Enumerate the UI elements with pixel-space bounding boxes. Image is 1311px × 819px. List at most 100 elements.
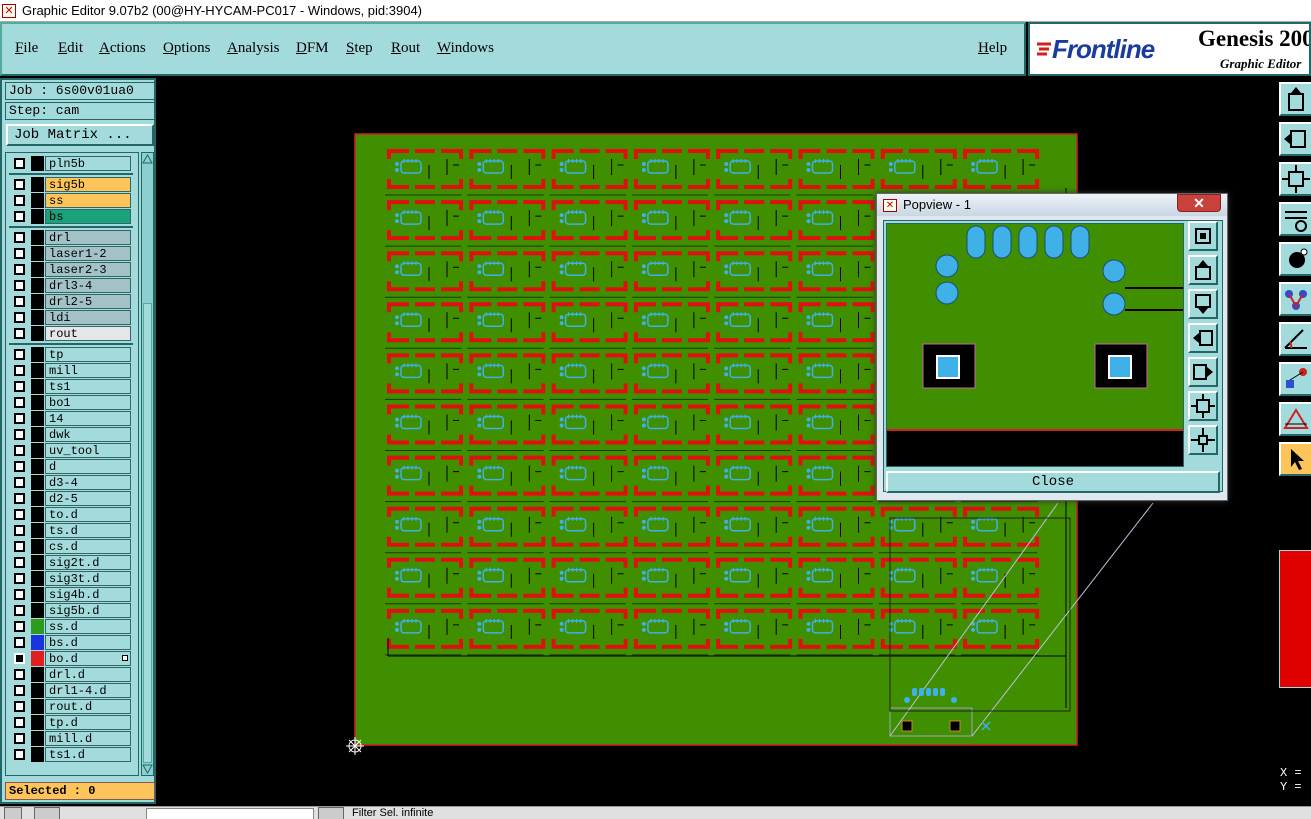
popview-close-x-button[interactable]: ✕ xyxy=(1177,194,1221,212)
layer-name[interactable]: cs.d xyxy=(45,539,131,554)
layer-checkbox[interactable] xyxy=(14,296,25,307)
layer-color-swatch[interactable] xyxy=(31,310,44,325)
layer-row[interactable]: tp.d xyxy=(10,715,131,730)
layer-color-swatch[interactable] xyxy=(31,619,44,634)
layer-checkbox[interactable] xyxy=(14,493,25,504)
layer-row[interactable]: ts1 xyxy=(10,379,131,394)
layer-color-swatch[interactable] xyxy=(31,459,44,474)
layer-color-swatch[interactable] xyxy=(31,555,44,570)
layer-checkbox[interactable] xyxy=(14,195,25,206)
layer-up-button[interactable] xyxy=(1279,82,1311,116)
layer-checkbox[interactable] xyxy=(14,717,25,728)
status-input[interactable] xyxy=(146,808,314,819)
snap-tool-button[interactable] xyxy=(1279,362,1311,396)
layer-name[interactable]: bo.d xyxy=(45,651,131,666)
layer-row[interactable]: cs.d xyxy=(10,539,131,554)
popview-pan-right-button[interactable] xyxy=(1188,357,1218,387)
layer-row[interactable]: pln5b xyxy=(10,156,131,171)
layer-color-swatch[interactable] xyxy=(31,156,44,171)
layer-checkbox[interactable] xyxy=(14,701,25,712)
layer-row[interactable]: tp xyxy=(10,347,131,362)
layer-name[interactable]: drl1-4.d xyxy=(45,683,131,698)
layer-color-swatch[interactable] xyxy=(31,507,44,522)
layer-name[interactable]: ldi xyxy=(45,310,131,325)
layer-row[interactable]: uv_tool xyxy=(10,443,131,458)
status-button-3[interactable] xyxy=(318,807,344,819)
layer-name[interactable]: ss.d xyxy=(45,619,131,634)
layer-row[interactable]: dwk xyxy=(10,427,131,442)
layer-row[interactable]: drl xyxy=(10,230,131,245)
layer-color-swatch[interactable] xyxy=(31,635,44,650)
layer-checkbox[interactable] xyxy=(14,605,25,616)
layer-row[interactable]: to.d xyxy=(10,507,131,522)
layer-row[interactable]: d xyxy=(10,459,131,474)
layer-row[interactable]: drl2-5 xyxy=(10,294,131,309)
layer-row[interactable]: mill.d xyxy=(10,731,131,746)
layer-row[interactable]: rout xyxy=(10,326,131,341)
layer-checkbox[interactable] xyxy=(14,179,25,190)
popview-pan-down-button[interactable] xyxy=(1188,289,1218,319)
layer-name[interactable]: bo1 xyxy=(45,395,131,410)
layer-color-swatch[interactable] xyxy=(31,699,44,714)
layer-checkbox[interactable] xyxy=(14,349,25,360)
layer-name[interactable]: 14 xyxy=(45,411,131,426)
layer-checkbox[interactable] xyxy=(14,365,25,376)
layer-color-swatch[interactable] xyxy=(31,246,44,261)
layer-checkbox[interactable] xyxy=(14,429,25,440)
layer-color-swatch[interactable] xyxy=(31,443,44,458)
layer-checkbox[interactable] xyxy=(14,653,25,664)
popview-pan-up-button[interactable] xyxy=(1188,255,1218,285)
menu-analysis[interactable]: Analysis xyxy=(227,40,280,57)
layer-row[interactable]: bs.d xyxy=(10,635,131,650)
layer-row[interactable]: sig5b xyxy=(10,177,131,192)
layer-color-swatch[interactable] xyxy=(31,230,44,245)
layer-name[interactable]: laser1-2 xyxy=(45,246,131,261)
layer-name[interactable]: uv_tool xyxy=(45,443,131,458)
scroll-up-icon[interactable] xyxy=(142,154,153,164)
layer-name[interactable]: d3-4 xyxy=(45,475,131,490)
layer-color-swatch[interactable] xyxy=(31,587,44,602)
layer-row[interactable]: drl1-4.d xyxy=(10,683,131,698)
menu-help[interactable]: Help xyxy=(978,40,1007,57)
layer-left-button[interactable] xyxy=(1279,122,1311,156)
layer-row[interactable]: sig2t.d xyxy=(10,555,131,570)
layer-color-swatch[interactable] xyxy=(31,747,44,762)
layer-color-swatch[interactable] xyxy=(31,667,44,682)
layer-color-swatch[interactable] xyxy=(31,395,44,410)
layer-checkbox[interactable] xyxy=(14,685,25,696)
popview-close-button[interactable]: Close xyxy=(886,471,1220,493)
layer-row[interactable]: rout.d xyxy=(10,699,131,714)
popview-zoom-home-button[interactable] xyxy=(1188,221,1218,251)
layer-checkbox[interactable] xyxy=(14,461,25,472)
layer-name[interactable]: drl2-5 xyxy=(45,294,131,309)
layer-checkbox[interactable] xyxy=(14,397,25,408)
popview-zoom-in-button[interactable] xyxy=(1188,391,1218,421)
menu-actions[interactable]: Actions xyxy=(99,40,146,57)
layer-row[interactable]: ts.d xyxy=(10,523,131,538)
layer-checkbox[interactable] xyxy=(14,573,25,584)
layer-row[interactable]: ss.d xyxy=(10,619,131,634)
layer-name[interactable]: sig2t.d xyxy=(45,555,131,570)
status-button-1[interactable] xyxy=(4,807,22,819)
job-matrix-button[interactable]: Job Matrix ... xyxy=(6,124,154,146)
layer-name[interactable]: to.d xyxy=(45,507,131,522)
layer-row[interactable]: sig3t.d xyxy=(10,571,131,586)
layer-color-swatch[interactable] xyxy=(31,683,44,698)
layer-color-swatch[interactable] xyxy=(31,539,44,554)
layer-checkbox[interactable] xyxy=(14,312,25,323)
layer-row[interactable]: 14 xyxy=(10,411,131,426)
layer-checkbox[interactable] xyxy=(14,589,25,600)
layer-color-swatch[interactable] xyxy=(31,411,44,426)
layer-checkbox[interactable] xyxy=(14,525,25,536)
layer-name[interactable]: sig5b xyxy=(45,177,131,192)
layer-name[interactable]: drl.d xyxy=(45,667,131,682)
layer-checkbox[interactable] xyxy=(14,211,25,222)
layer-color-swatch[interactable] xyxy=(31,491,44,506)
layer-color-swatch[interactable] xyxy=(31,603,44,618)
popview-canvas[interactable] xyxy=(886,223,1184,467)
menu-file[interactable]: File xyxy=(15,40,38,57)
layer-checkbox[interactable] xyxy=(14,232,25,243)
layer-name[interactable]: d xyxy=(45,459,131,474)
layer-row[interactable]: laser2-3 xyxy=(10,262,131,277)
layer-checkbox[interactable] xyxy=(14,509,25,520)
